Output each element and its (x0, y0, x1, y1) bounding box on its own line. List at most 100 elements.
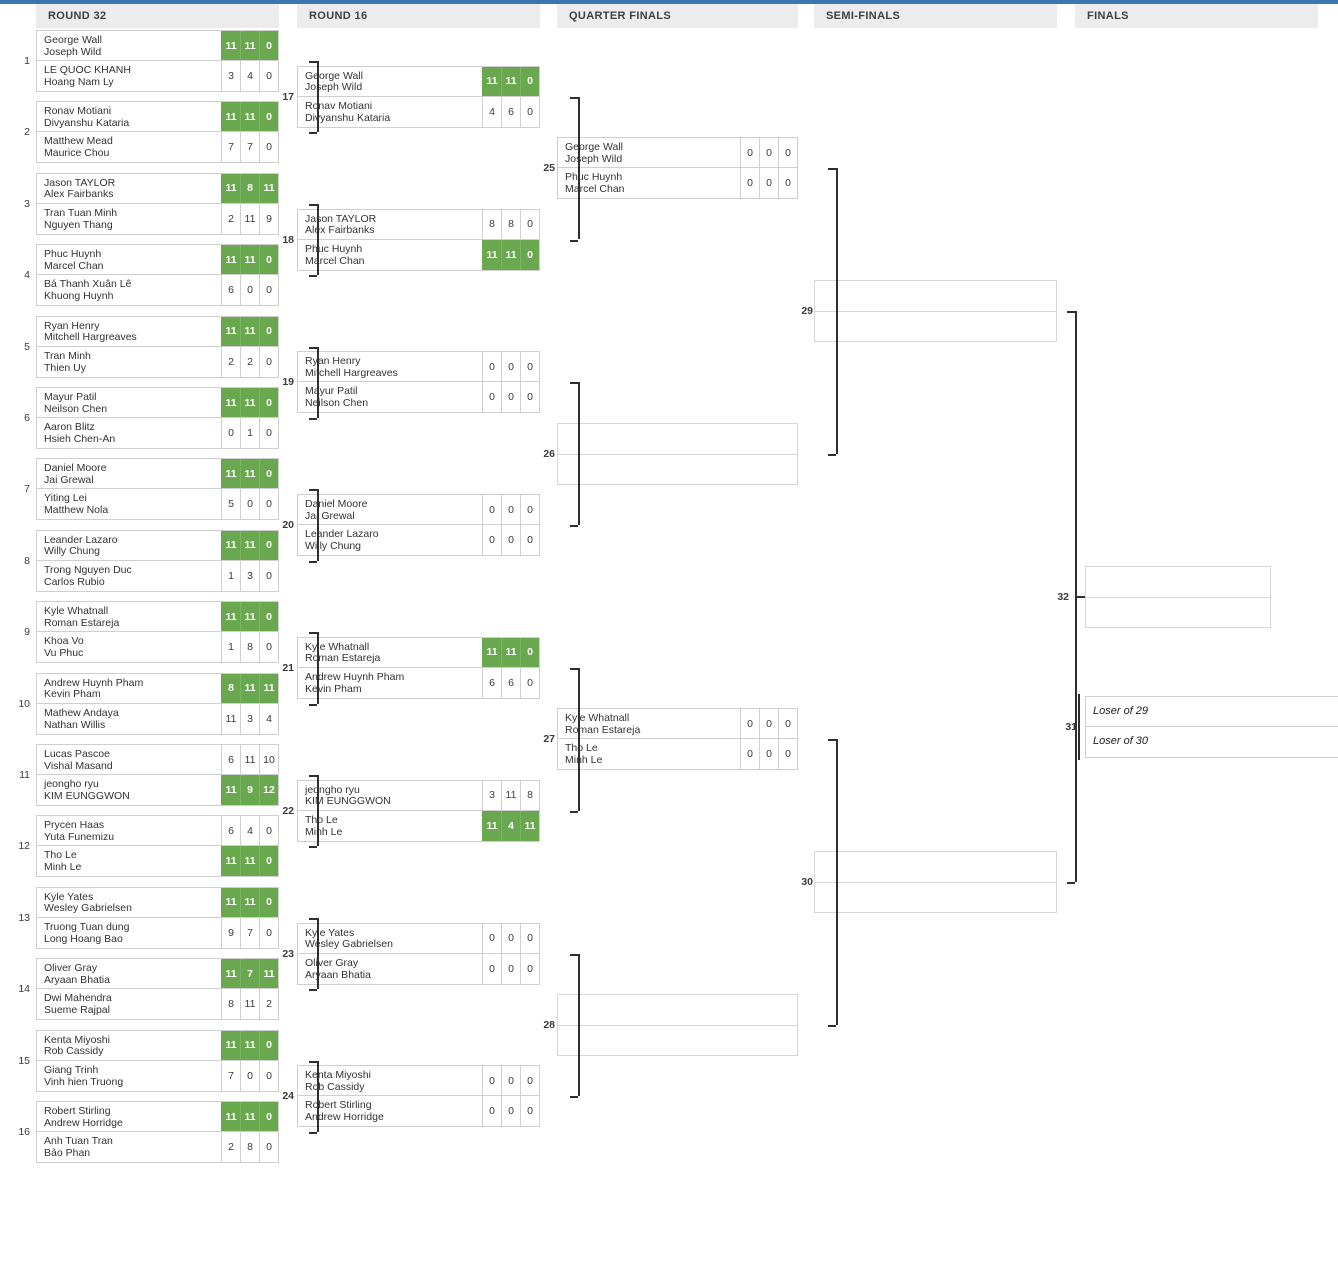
match-team[interactable]: Loser of 29 (1085, 696, 1338, 727)
match-team[interactable]: Truong Tuan dung Long Hoang Bao 9 7 0 (36, 917, 279, 949)
r16-match-19[interactable]: Ryan Henry Mitchell Hargreaves 0 0 0 Mayur Pa… (297, 351, 540, 414)
match-team[interactable]: Kyle Yates Wesley Gabrielsen 11 11 0 (36, 886, 279, 918)
match-team[interactable]: Oliver Gray Aryaan Bhatia 11 7 11 (36, 958, 279, 990)
match-team[interactable]: Loser of 30 (1085, 727, 1338, 758)
r32-match-3[interactable]: Jason TAYLOR Alex Fairbanks 11 8 11 Tran Tuan… (36, 172, 279, 235)
match-team[interactable]: Mayur Patil Neilson Chen 0 0 0 (297, 382, 540, 414)
empty-team-slot[interactable] (815, 281, 1056, 311)
match-team[interactable]: George Wall Joseph Wild 11 11 0 (297, 65, 540, 97)
r32-match-14[interactable]: Oliver Gray Aryaan Bhatia 11 7 11 Dwi Mahendr… (36, 958, 279, 1021)
match-team[interactable]: Robert Stirling Andrew Horridge 0 0 0 (297, 1096, 540, 1128)
match-team[interactable]: Kenta Miyoshi Rob Cassidy 11 11 0 (36, 1029, 279, 1061)
match-team[interactable]: Matthew Mead Maurice Chou 7 7 0 (36, 132, 279, 164)
empty-team-slot[interactable] (815, 882, 1056, 912)
match-team[interactable]: Yiting Lei Matthew Nola 5 0 0 (36, 489, 279, 521)
r16-match-17[interactable]: George Wall Joseph Wild 11 11 0 Ronav Motiani… (297, 65, 540, 128)
r16-match-20[interactable]: Daniel Moore Jai Grewal 0 0 0 Leander Lazaro W… (297, 494, 540, 557)
player-name: Nguyen Thang (44, 218, 113, 231)
score-cell: 11 (221, 31, 240, 60)
r16-match-21[interactable]: Kyle Whatnall Roman Estareja 11 11 0 Andrew H… (297, 636, 540, 699)
match-team[interactable]: Tho Le Minh Le 11 4 11 (297, 810, 540, 842)
r32-match-4[interactable]: Phuc Huynh Marcel Chan 11 11 0 Bá Thanh Xuân … (36, 244, 279, 307)
match-team[interactable]: Jason TAYLOR Alex Fairbanks 11 8 11 (36, 172, 279, 204)
sf-match-30[interactable] (814, 851, 1057, 914)
r16-match-18[interactable]: Jason TAYLOR Alex Fairbanks 8 8 0 Phuc Huynh M… (297, 208, 540, 271)
r32-match-6[interactable]: Mayur Patil Neilson Chen 11 11 0 Aaron Blitz H… (36, 387, 279, 449)
match-team[interactable]: Phuc Huynh Marcel Chan 0 0 0 (557, 168, 798, 200)
match-team[interactable]: Tran Tuan Minh Nguyen Thang 2 11 9 (36, 203, 279, 235)
empty-team-slot[interactable] (815, 310, 1056, 341)
match-team[interactable]: Daniel Moore Jai Grewal 0 0 0 (297, 494, 540, 526)
match-team[interactable]: LE QUOC KHANH Hoang Nam Ly 3 4 0 (36, 61, 279, 92)
match-team[interactable]: Lucas Pascoe Vishal Masand 6 11 10 (36, 744, 279, 775)
match-team[interactable]: Kyle Whatnall Roman Estareja 0 0 0 (557, 708, 798, 740)
match-team[interactable]: Kyle Yates Wesley Gabrielsen 0 0 0 (297, 922, 540, 954)
match-team[interactable]: Phuc Huynh Marcel Chan 11 11 0 (297, 239, 540, 271)
match-team[interactable]: George Wall Joseph Wild 11 11 0 (36, 30, 279, 61)
r32-match-1[interactable]: George Wall Joseph Wild 11 11 0 LE QUOC KHANH… (36, 30, 279, 92)
empty-team-slot[interactable] (558, 995, 797, 1025)
player-name: Divyanshu Kataria (305, 111, 391, 124)
match-team[interactable]: jeongho ryu KIM EUNGGWON 3 11 8 (297, 779, 540, 811)
empty-team-slot[interactable] (558, 453, 797, 484)
empty-team-slot[interactable] (815, 852, 1056, 882)
match-team[interactable]: Trong Nguyen Duc Carlos Rubio 1 3 0 (36, 560, 279, 592)
empty-team-slot[interactable] (1086, 596, 1270, 627)
match-team[interactable]: Kenta Miyoshi Rob Cassidy 0 0 0 (297, 1065, 540, 1097)
r32-match-12[interactable]: Prycen Haas Yuta Funemizu 6 4 0 Tho Le Minh Le… (36, 815, 279, 878)
r16-match-24[interactable]: Kenta Miyoshi Rob Cassidy 0 0 0 Robert Stirli… (297, 1065, 540, 1128)
empty-team-slot[interactable] (558, 424, 797, 454)
match-team[interactable]: Jason TAYLOR Alex Fairbanks 8 8 0 (297, 208, 540, 240)
qf-match-26[interactable] (557, 422, 798, 485)
empty-team-slot[interactable] (558, 1024, 797, 1055)
match-team[interactable]: Leander Lazaro Willy Chung 11 11 0 (36, 529, 279, 561)
r32-match-7[interactable]: Daniel Moore Jai Grewal 11 11 0 Yiting Lei Mat… (36, 458, 279, 521)
empty-team-slot[interactable] (1086, 567, 1270, 597)
match-team[interactable]: Mathew Andaya Nathan Willis 11 3 4 (36, 703, 279, 735)
match-team[interactable]: Giang Trinh Vinh hien Truong 7 0 0 (36, 1060, 279, 1092)
r32-match-2[interactable]: Ronav Motiani Divyanshu Kataria 11 11 0 Matth… (36, 101, 279, 164)
match-team[interactable]: Andrew Huynh Pham Kevin Pham 6 6 0 (297, 667, 540, 699)
qf-match-28[interactable] (557, 993, 798, 1056)
match-team[interactable]: Ronav Motiani Divyanshu Kataria 11 11 0 (36, 101, 279, 133)
r16-match-23[interactable]: Kyle Yates Wesley Gabrielsen 0 0 0 Oliver Gra… (297, 922, 540, 985)
r32-match-5[interactable]: Ryan Henry Mitchell Hargreaves 11 11 0 Tran M… (36, 315, 279, 378)
match-team[interactable]: Anh Tuan Tran Bảo Phan 2 8 0 (36, 1132, 279, 1163)
match-team[interactable]: Oliver Gray Aryaan Bhatia 0 0 0 (297, 953, 540, 985)
match-team[interactable]: Daniel Moore Jai Grewal 11 11 0 (36, 458, 279, 490)
match-team[interactable]: Aaron Blitz Hsieh Chen-An 0 1 0 (36, 418, 279, 449)
third-place-match-31[interactable]: Loser of 29 Loser of 30 (1085, 696, 1338, 758)
match-team[interactable]: Tho Le Minh Le 11 11 0 (36, 846, 279, 878)
match-team[interactable]: Tran Minh Thien Uy 2 2 0 (36, 346, 279, 378)
match-team[interactable]: Ronav Motiani Divyanshu Kataria 4 6 0 (297, 96, 540, 128)
r32-match-16[interactable]: Robert Stirling Andrew Horridge 11 11 0 Anh T… (36, 1101, 279, 1163)
match-team[interactable]: Robert Stirling Andrew Horridge 11 11 0 (36, 1101, 279, 1132)
match-team[interactable]: jeongho ryu KIM EUNGGWON 11 9 12 (36, 775, 279, 806)
match-team[interactable]: Andrew Huynh Pham Kevin Pham 8 11 11 (36, 672, 279, 704)
match-team[interactable]: Phuc Huynh Marcel Chan 11 11 0 (36, 244, 279, 276)
match-team[interactable]: Kyle Whatnall Roman Estareja 11 11 0 (297, 636, 540, 668)
match-team[interactable]: Bá Thanh Xuân Lê Khuong Huynh 6 0 0 (36, 275, 279, 307)
score-cell: 8 (240, 1132, 259, 1162)
match-team[interactable]: Prycen Haas Yuta Funemizu 6 4 0 (36, 815, 279, 847)
r32-match-13[interactable]: Kyle Yates Wesley Gabrielsen 11 11 0 Truong T… (36, 886, 279, 949)
match-team[interactable]: Mayur Patil Neilson Chen 11 11 0 (36, 387, 279, 418)
qf-match-25[interactable]: George Wall Joseph Wild 0 0 0 Phuc Huynh Marce… (557, 137, 798, 200)
match-team[interactable]: George Wall Joseph Wild 0 0 0 (557, 137, 798, 169)
match-team[interactable]: Leander Lazaro Willy Chung 0 0 0 (297, 525, 540, 557)
r32-match-9[interactable]: Kyle Whatnall Roman Estareja 11 11 0 Khoa Vo V… (36, 601, 279, 664)
match-team[interactable]: Kyle Whatnall Roman Estareja 11 11 0 (36, 601, 279, 633)
match-team[interactable]: Tho Le Minh Le 0 0 0 (557, 739, 798, 771)
match-team[interactable]: Khoa Vo Vu Phuc 1 8 0 (36, 632, 279, 664)
r32-match-8[interactable]: Leander Lazaro Willy Chung 11 11 0 Trong Nguy… (36, 529, 279, 592)
match-team[interactable]: Ryan Henry Mitchell Hargreaves 11 11 0 (36, 315, 279, 347)
r16-match-22[interactable]: jeongho ryu KIM EUNGGWON 3 11 8 Tho Le Minh Le… (297, 779, 540, 842)
sf-match-29[interactable] (814, 279, 1057, 342)
r32-match-15[interactable]: Kenta Miyoshi Rob Cassidy 11 11 0 Giang Trinh… (36, 1029, 279, 1092)
r32-match-10[interactable]: Andrew Huynh Pham Kevin Pham 8 11 11 Mathew A… (36, 672, 279, 735)
r32-match-11[interactable]: Lucas Pascoe Vishal Masand 6 11 10 jeongho ry… (36, 744, 279, 806)
match-team[interactable]: Ryan Henry Mitchell Hargreaves 0 0 0 (297, 351, 540, 383)
match-team[interactable]: Dwi Mahendra Sueme Rajpal 8 11 2 (36, 989, 279, 1021)
qf-match-27[interactable]: Kyle Whatnall Roman Estareja 0 0 0 Tho Le Minh… (557, 708, 798, 771)
finals-match-32[interactable] (1085, 565, 1271, 628)
